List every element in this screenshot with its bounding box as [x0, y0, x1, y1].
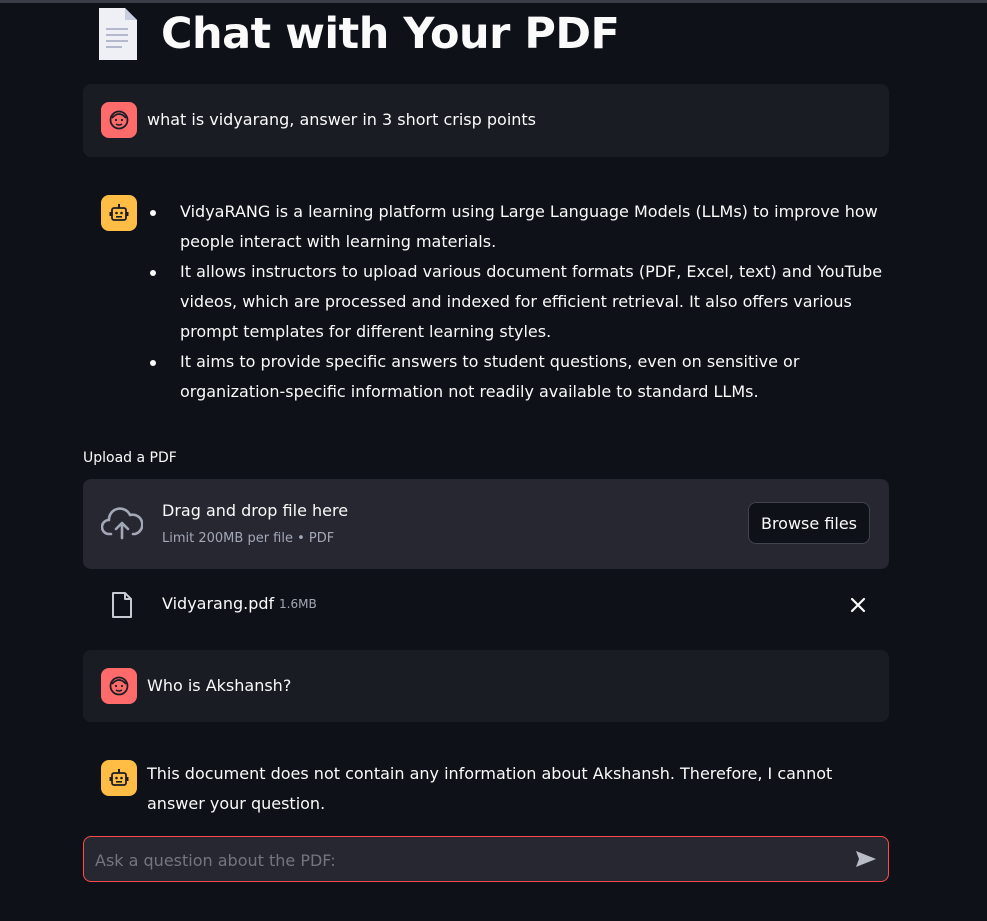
chat-message-assistant: VidyaRANG is a learning platform using L… — [83, 195, 889, 415]
upload-label: Upload a PDF — [83, 450, 177, 466]
list-item: It aims to provide specific answers to s… — [147, 347, 887, 407]
message-content: VidyaRANG is a learning platform using L… — [147, 197, 887, 407]
robot-icon — [109, 204, 129, 221]
question-input[interactable] — [93, 837, 837, 883]
assistant-avatar — [101, 760, 137, 796]
user-face-icon — [109, 676, 129, 696]
robot-icon — [109, 769, 129, 786]
uploaded-file: Vidyarang.pdf 1.6MB — [83, 585, 889, 625]
list-item: VidyaRANG is a learning platform using L… — [147, 197, 887, 257]
list-item: It allows instructors to upload various … — [147, 257, 887, 347]
message-text: This document does not contain any infor… — [147, 764, 833, 813]
user-avatar — [101, 102, 137, 138]
user-face-icon — [109, 110, 129, 130]
chat-message-user: what is vidyarang, answer in 3 short cri… — [83, 84, 889, 157]
chat-message-user: Who is Akshansh? — [83, 650, 889, 722]
answer-list: VidyaRANG is a learning platform using L… — [147, 197, 887, 407]
file-icon — [112, 592, 132, 618]
page-title: Chat with Your PDF — [161, 9, 620, 59]
dropzone-subtitle: Limit 200MB per file • PDF — [162, 531, 335, 546]
message-text: Who is Akshansh? — [147, 676, 292, 695]
top-border — [0, 0, 987, 3]
send-icon[interactable] — [854, 849, 878, 869]
assistant-avatar — [101, 195, 137, 231]
dropzone-title: Drag and drop file here — [162, 501, 349, 520]
chat-input-box — [83, 836, 889, 883]
file-dropzone[interactable]: Drag and drop file here Limit 200MB per … — [83, 479, 889, 569]
page-document-icon — [99, 8, 137, 60]
chat-message-assistant: This document does not contain any infor… — [83, 760, 889, 820]
file-size: 1.6MB — [279, 597, 317, 611]
message-text: what is vidyarang, answer in 3 short cri… — [147, 110, 537, 129]
close-icon[interactable] — [849, 596, 867, 614]
browse-files-button[interactable]: Browse files — [748, 502, 870, 544]
page-header: Chat with Your PDF — [95, 6, 620, 62]
cloud-upload-icon — [101, 507, 143, 540]
user-avatar — [101, 668, 137, 704]
file-name: Vidyarang.pdf — [162, 594, 275, 613]
